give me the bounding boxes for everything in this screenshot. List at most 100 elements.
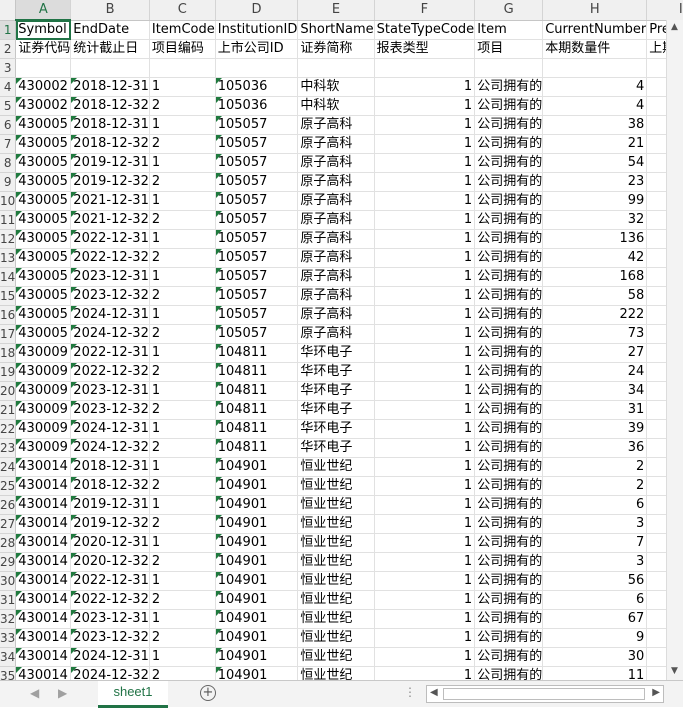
cell-c30[interactable]: 1 xyxy=(149,571,216,591)
cell-b13[interactable]: 2022-12-32 xyxy=(70,248,150,268)
cell-b8[interactable]: 2019-12-31 xyxy=(70,153,150,173)
cell-d35[interactable]: 104901 xyxy=(215,666,299,680)
cell-c7[interactable]: 2 xyxy=(149,134,216,154)
cell-f21[interactable]: 1 xyxy=(374,400,476,420)
cell-a18[interactable]: 430009 xyxy=(15,343,72,363)
row-header[interactable]: 27 xyxy=(0,514,17,534)
vertical-scrollbar[interactable]: ▲ ▼ xyxy=(666,20,683,680)
cell-h18[interactable]: 27 xyxy=(542,343,648,363)
cell-d12[interactable]: 105057 xyxy=(215,229,299,249)
cell-d3[interactable] xyxy=(215,58,299,78)
cell-c24[interactable]: 1 xyxy=(149,457,216,477)
cell-b2[interactable]: 统计截止日 xyxy=(70,39,150,59)
cell-e7[interactable]: 原子高科 xyxy=(297,134,375,154)
cell-a23[interactable]: 430009 xyxy=(15,438,72,458)
cell-g27[interactable]: 公司拥有的 xyxy=(474,514,544,534)
row-header[interactable]: 26 xyxy=(0,495,17,515)
row-header[interactable]: 25 xyxy=(0,476,17,496)
cell-h10[interactable]: 99 xyxy=(542,191,648,211)
row-header[interactable]: 11 xyxy=(0,210,17,230)
row-header[interactable]: 28 xyxy=(0,533,17,553)
cell-g17[interactable]: 公司拥有的 xyxy=(474,324,544,344)
sheet-tab-sheet1[interactable]: sheet1 xyxy=(98,681,168,708)
cell-h17[interactable]: 73 xyxy=(542,324,648,344)
cell-b4[interactable]: 2018-12-31 xyxy=(70,77,150,97)
cell-c25[interactable]: 2 xyxy=(149,476,216,496)
row-header[interactable]: 5 xyxy=(0,96,17,116)
row-header[interactable]: 29 xyxy=(0,552,17,572)
row-header[interactable]: 16 xyxy=(0,305,17,325)
row-header[interactable]: 23 xyxy=(0,438,17,458)
cell-b31[interactable]: 2022-12-32 xyxy=(70,590,150,610)
row-header[interactable]: 17 xyxy=(0,324,17,344)
cell-c10[interactable]: 1 xyxy=(149,191,216,211)
cell-g16[interactable]: 公司拥有的 xyxy=(474,305,544,325)
cell-f31[interactable]: 1 xyxy=(374,590,476,610)
cell-e3[interactable] xyxy=(297,58,375,78)
cell-d24[interactable]: 104901 xyxy=(215,457,299,477)
cell-e1[interactable]: ShortName xyxy=(297,20,375,40)
cell-e5[interactable]: 中科软 xyxy=(297,96,375,116)
column-header-e[interactable]: E xyxy=(297,0,375,21)
cell-b3[interactable] xyxy=(70,58,150,78)
cell-a8[interactable]: 430005 xyxy=(15,153,72,173)
cell-g18[interactable]: 公司拥有的 xyxy=(474,343,544,363)
cell-g3[interactable] xyxy=(474,58,544,78)
cell-e28[interactable]: 恒业世纪 xyxy=(297,533,375,553)
cell-h12[interactable]: 136 xyxy=(542,229,648,249)
cell-h28[interactable]: 7 xyxy=(542,533,648,553)
cell-d1[interactable]: InstitutionID xyxy=(215,20,299,40)
cell-c13[interactable]: 2 xyxy=(149,248,216,268)
cell-h23[interactable]: 36 xyxy=(542,438,648,458)
row-header[interactable]: 22 xyxy=(0,419,17,439)
cell-e10[interactable]: 原子高科 xyxy=(297,191,375,211)
cell-a28[interactable]: 430014 xyxy=(15,533,72,553)
scroll-left-arrow-icon[interactable]: ◀ xyxy=(430,687,438,698)
cell-e35[interactable]: 恒业世纪 xyxy=(297,666,375,680)
cell-c8[interactable]: 1 xyxy=(149,153,216,173)
cell-b24[interactable]: 2018-12-31 xyxy=(70,457,150,477)
cell-b32[interactable]: 2023-12-31 xyxy=(70,609,150,629)
cell-e31[interactable]: 恒业世纪 xyxy=(297,590,375,610)
cell-g13[interactable]: 公司拥有的 xyxy=(474,248,544,268)
cell-e8[interactable]: 原子高科 xyxy=(297,153,375,173)
cell-c18[interactable]: 1 xyxy=(149,343,216,363)
cell-a30[interactable]: 430014 xyxy=(15,571,72,591)
cell-g11[interactable]: 公司拥有的 xyxy=(474,210,544,230)
cell-g19[interactable]: 公司拥有的 xyxy=(474,362,544,382)
cell-d31[interactable]: 104901 xyxy=(215,590,299,610)
cell-b14[interactable]: 2023-12-31 xyxy=(70,267,150,287)
cell-f15[interactable]: 1 xyxy=(374,286,476,306)
cell-f19[interactable]: 1 xyxy=(374,362,476,382)
cell-h15[interactable]: 58 xyxy=(542,286,648,306)
column-header-f[interactable]: F xyxy=(374,0,476,21)
cell-h27[interactable]: 3 xyxy=(542,514,648,534)
cell-c6[interactable]: 1 xyxy=(149,115,216,135)
cell-e6[interactable]: 原子高科 xyxy=(297,115,375,135)
row-header[interactable]: 1 xyxy=(0,20,17,40)
cell-d10[interactable]: 105057 xyxy=(215,191,299,211)
cell-e21[interactable]: 华环电子 xyxy=(297,400,375,420)
cell-d25[interactable]: 104901 xyxy=(215,476,299,496)
cell-b7[interactable]: 2018-12-32 xyxy=(70,134,150,154)
row-header[interactable]: 32 xyxy=(0,609,17,629)
row-header[interactable]: 20 xyxy=(0,381,17,401)
cell-a32[interactable]: 430014 xyxy=(15,609,72,629)
cell-f23[interactable]: 1 xyxy=(374,438,476,458)
cell-d28[interactable]: 104901 xyxy=(215,533,299,553)
row-header[interactable]: 4 xyxy=(0,77,17,97)
cell-e23[interactable]: 华环电子 xyxy=(297,438,375,458)
cell-b9[interactable]: 2019-12-32 xyxy=(70,172,150,192)
cell-d26[interactable]: 104901 xyxy=(215,495,299,515)
cell-c26[interactable]: 1 xyxy=(149,495,216,515)
cell-g30[interactable]: 公司拥有的 xyxy=(474,571,544,591)
cell-g10[interactable]: 公司拥有的 xyxy=(474,191,544,211)
horizontal-scrollbar[interactable]: ◀ ▶ xyxy=(426,685,664,703)
cell-h16[interactable]: 222 xyxy=(542,305,648,325)
cell-h6[interactable]: 38 xyxy=(542,115,648,135)
cell-d19[interactable]: 104811 xyxy=(215,362,299,382)
cell-h34[interactable]: 30 xyxy=(542,647,648,667)
cell-g20[interactable]: 公司拥有的 xyxy=(474,381,544,401)
cell-e19[interactable]: 华环电子 xyxy=(297,362,375,382)
cell-g9[interactable]: 公司拥有的 xyxy=(474,172,544,192)
